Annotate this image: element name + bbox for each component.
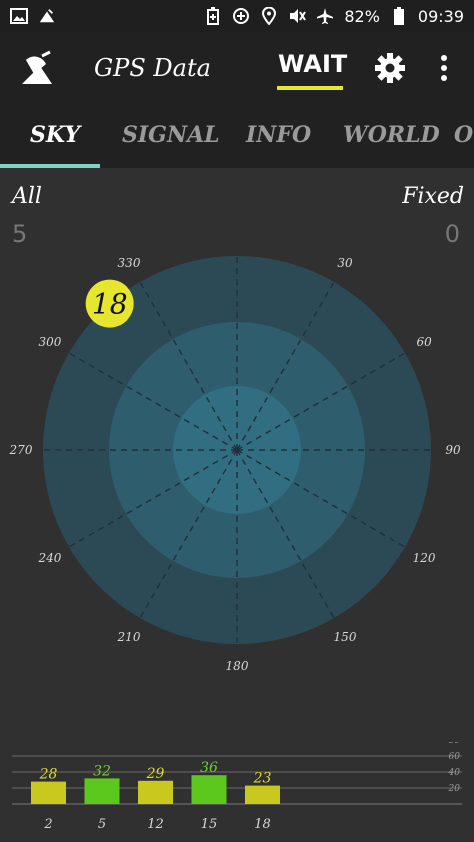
azimuth-label: 240 [37,551,61,565]
azimuth-label: 60 [416,335,432,349]
tab-sky[interactable]: SKY [30,122,80,148]
signal-bar [245,785,280,804]
clock: 09:39 [417,6,464,26]
location-icon [260,7,278,25]
data-saver-icon [232,7,250,25]
azimuth-label: 30 [337,256,353,270]
more-vert-icon[interactable] [438,52,450,84]
all-label: All [12,184,42,209]
sky-plot: 60 90 120 150 180 210 240 270 300 330 30 18 [9,256,461,673]
app-satellite-icon [38,7,56,25]
signal-bar-chart: 80 60 40 20 28 2 32 5 29 12 36 15 23 18 [12,742,462,832]
signal-scale-label: 40 [448,768,461,778]
status-left [10,7,56,25]
status-bar: 82% 09:39 [0,0,474,32]
signal-scale-label: 20 [448,784,461,794]
azimuth-label: 180 [226,659,249,673]
signal-bar [84,778,120,804]
satellite-dish-icon [18,50,56,88]
fixed-label: Fixed [402,184,464,209]
signal-scale-label: 80 [449,742,461,746]
signal-sat-label: 12 [147,817,164,832]
tab-signal[interactable]: SIGNAL [122,122,220,148]
tab-other[interactable]: OT [454,122,474,148]
signal-value-label: 23 [253,771,272,787]
azimuth-label: 330 [118,256,141,270]
signal-sat-label: 15 [201,817,218,832]
azimuth-label: 150 [334,630,357,644]
azimuth-label: 300 [38,335,61,349]
signal-value-label: 28 [39,767,58,783]
image-icon [10,7,28,25]
mute-icon [288,7,307,25]
signal-sat-label: 5 [98,817,106,832]
signal-bar [138,780,173,804]
azimuth-label: 120 [413,551,436,565]
sky-view: 60 90 120 150 180 210 240 270 300 330 30 18 All Fix… [0,168,474,842]
fix-status-button[interactable]: WAIT [278,50,347,78]
signal-scale-label: 60 [449,752,461,762]
app-title: GPS Data [94,54,211,82]
azimuth-label: 210 [117,630,141,644]
fixed-count: 0 [444,220,460,248]
signal-sat-label: 18 [254,817,271,832]
signal-bar [31,781,66,804]
status-right: 82% 09:39 [204,7,464,26]
battery-saver-icon [204,7,222,25]
tab-info[interactable]: INFO [246,122,311,148]
signal-value-label: 36 [200,760,218,776]
airplane-icon [316,7,334,25]
tab-world[interactable]: WORLD [343,122,440,148]
satellite-id: 18 [92,288,128,321]
all-count: 5 [12,220,28,248]
battery-percent: 82% [344,6,380,26]
signal-value-label: 32 [93,763,111,779]
app-bar: GPS Data WAIT [0,32,474,106]
signal-value-label: 29 [146,766,165,782]
tab-bar: SKY SIGNAL INFO WORLD OT [0,106,474,168]
battery-icon [390,7,408,25]
azimuth-label: 90 [445,443,461,457]
gear-icon[interactable] [374,52,406,84]
signal-bar [191,775,227,804]
azimuth-label: 270 [9,443,33,457]
fix-status-underline [277,86,343,90]
satellite-marker[interactable]: 18 [85,279,134,328]
signal-sat-label: 2 [43,817,52,832]
